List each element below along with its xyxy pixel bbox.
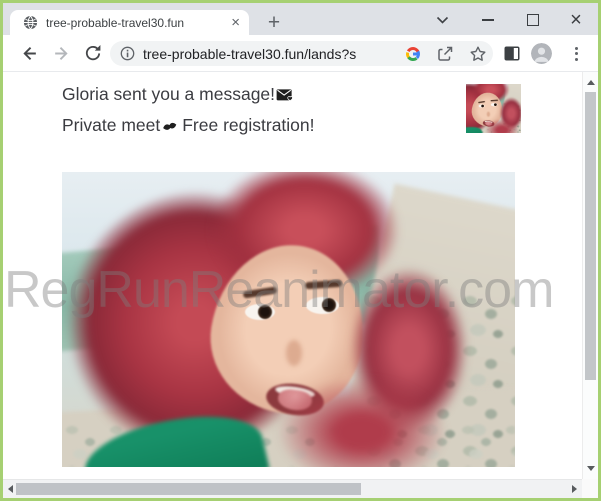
- photo-scene: [466, 84, 521, 133]
- share-icon[interactable]: [436, 45, 454, 63]
- photo-nose: [487, 112, 490, 117]
- tab-title: tree-probable-travel30.fun: [46, 16, 228, 30]
- globe-icon: [23, 15, 38, 30]
- minimize-icon: [482, 19, 494, 21]
- tab-strip: tree-probable-travel30.fun × + ×: [3, 3, 598, 35]
- scroll-left-icon[interactable]: [8, 485, 13, 493]
- horizontal-scrollbar[interactable]: [3, 479, 582, 498]
- google-g-icon[interactable]: [404, 45, 422, 63]
- scrollbar-corner: [582, 479, 598, 498]
- address-bar[interactable]: tree-probable-travel30.fun/lands?s: [110, 41, 493, 66]
- new-tab-button[interactable]: +: [261, 10, 287, 36]
- vertical-scrollbar[interactable]: [582, 72, 598, 479]
- profile-avatar-icon[interactable]: [531, 43, 552, 64]
- maximize-icon: [527, 14, 539, 26]
- kiss-mark-icon: [159, 116, 180, 135]
- url-text: tree-probable-travel30.fun/lands?s: [143, 46, 356, 62]
- tab-close-icon[interactable]: ×: [228, 15, 243, 30]
- scroll-down-icon[interactable]: [587, 466, 595, 471]
- message-heading-text: Gloria sent you a message!: [62, 84, 275, 105]
- back-button[interactable]: [16, 40, 42, 66]
- tab-search-chevron-icon[interactable]: [427, 7, 457, 33]
- maximize-button[interactable]: [518, 7, 548, 33]
- profile-photo-thumbnail: [466, 84, 521, 133]
- photo-nose: [286, 340, 302, 366]
- scroll-right-icon[interactable]: [572, 485, 577, 493]
- site-info-icon[interactable]: [120, 46, 135, 61]
- photo-eye: [245, 304, 275, 320]
- window-close-button[interactable]: ×: [561, 7, 591, 33]
- bookmark-star-icon[interactable]: [469, 45, 487, 63]
- love-letter-icon: [275, 86, 294, 103]
- side-panel-icon[interactable]: [503, 45, 521, 67]
- photo-eye: [491, 103, 498, 106]
- message-heading: Gloria sent you a message!: [62, 84, 294, 105]
- horizontal-scroll-thumb[interactable]: [16, 483, 361, 495]
- photo-eye: [479, 104, 485, 107]
- browser-toolbar: tree-probable-travel30.fun/lands?s: [3, 35, 598, 72]
- offer-heading-prefix: Private meet: [62, 115, 160, 136]
- vertical-scroll-thumb[interactable]: [585, 92, 596, 380]
- offer-heading-suffix: Free registration!: [182, 115, 314, 136]
- offer-heading: Private meet Free registration!: [62, 115, 315, 136]
- photo-scene: [62, 172, 515, 467]
- reload-button[interactable]: [80, 40, 106, 66]
- browser-tab[interactable]: tree-probable-travel30.fun ×: [10, 10, 249, 35]
- minimize-button[interactable]: [473, 7, 503, 33]
- page-content: Gloria sent you a message! Private meet …: [3, 72, 598, 498]
- hero-photo[interactable]: [62, 172, 515, 467]
- photo-eye: [306, 297, 339, 314]
- scroll-up-icon[interactable]: [587, 80, 595, 85]
- forward-button[interactable]: [48, 40, 74, 66]
- browser-menu-icon[interactable]: [567, 43, 585, 64]
